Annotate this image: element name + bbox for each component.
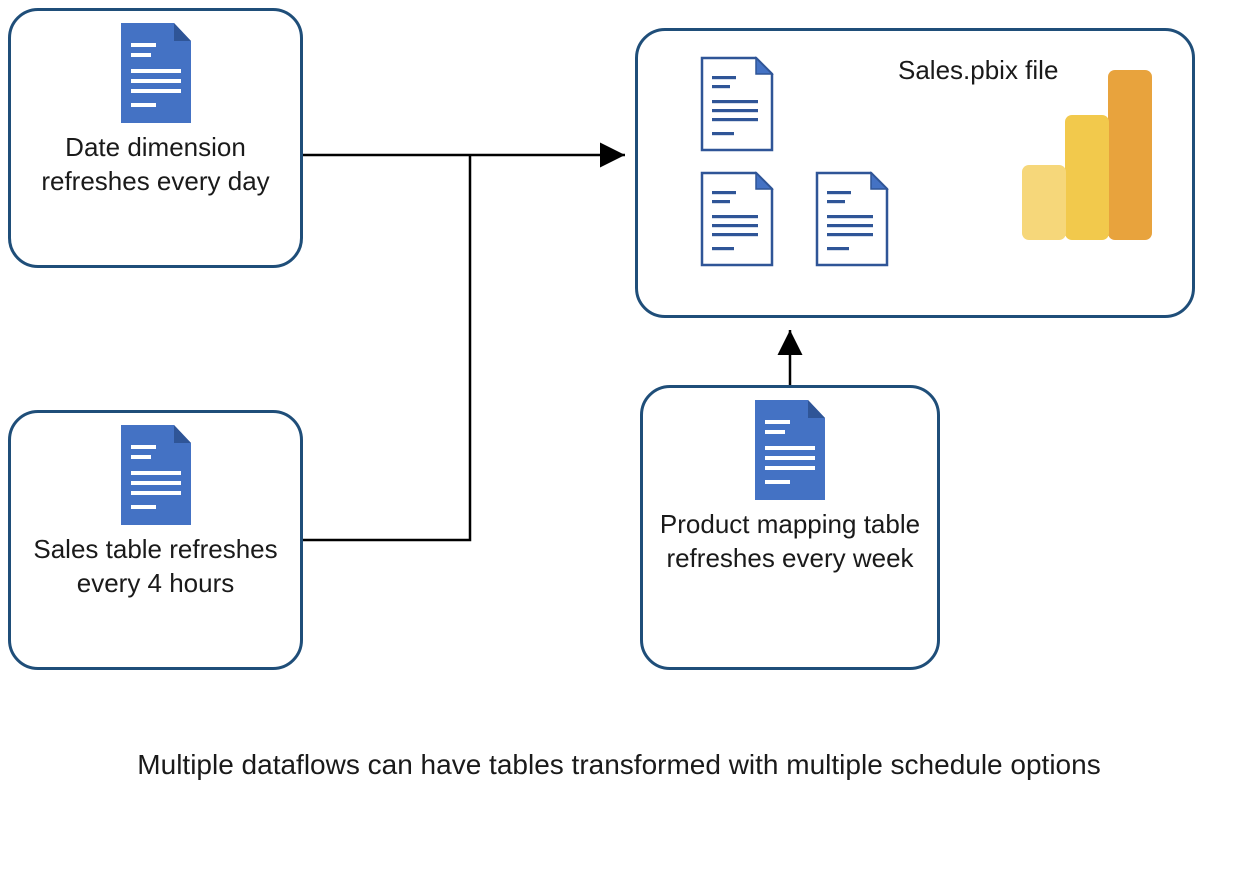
document-solid-icon bbox=[750, 400, 830, 500]
node-product-mapping: Product mapping table refreshes every we… bbox=[640, 385, 940, 670]
pbix-docs-group bbox=[698, 56, 978, 296]
document-outline-icon bbox=[698, 56, 768, 144]
node-date-dimension: Date dimension refreshes every day bbox=[8, 8, 303, 268]
arrow-sales-to-merge bbox=[303, 155, 470, 540]
document-outline-icon bbox=[813, 171, 883, 259]
document-solid-icon bbox=[116, 425, 196, 525]
diagram-canvas: Date dimension refreshes every day Sales… bbox=[0, 0, 1238, 874]
node-date-dimension-label: Date dimension refreshes every day bbox=[23, 131, 288, 199]
powerbi-logo-icon bbox=[1022, 70, 1152, 245]
node-product-mapping-label: Product mapping table refreshes every we… bbox=[655, 508, 925, 576]
node-sales-pbix: Sales.pbix file bbox=[635, 28, 1195, 318]
node-sales-table: Sales table refreshes every 4 hours bbox=[8, 410, 303, 670]
diagram-caption: Multiple dataflows can have tables trans… bbox=[0, 745, 1238, 784]
document-solid-icon bbox=[116, 23, 196, 123]
document-outline-icon bbox=[698, 171, 768, 259]
node-sales-table-label: Sales table refreshes every 4 hours bbox=[23, 533, 288, 601]
